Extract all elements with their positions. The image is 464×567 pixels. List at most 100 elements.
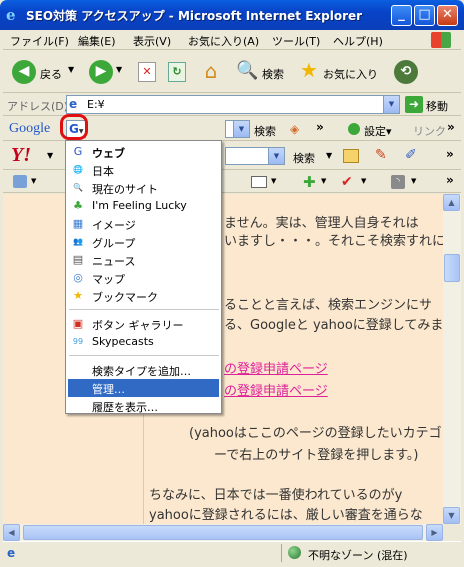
menu-item[interactable]: ♣ I'm Feeling Lucky [68, 197, 219, 215]
menu-favorites[interactable]: お気に入り(A) [188, 33, 259, 49]
menu-item[interactable]: 🌐 日本 [68, 161, 219, 179]
menu-item[interactable]: ★ ブックマーク [68, 287, 219, 305]
close-button[interactable]: ✕ [437, 5, 458, 26]
globe-icon [288, 546, 301, 559]
menu-item-label: ブックマーク [92, 291, 158, 304]
yahoo-register-link[interactable]: の登録申請ページ [224, 380, 328, 399]
menu-item-label: 検索タイプを追加… [92, 365, 191, 378]
menu-item[interactable]: ▤ ニュース [68, 251, 219, 269]
menu-separator [69, 355, 219, 356]
menu-item[interactable]: ▦ イメージ [68, 215, 219, 233]
pencil-icon[interactable]: ✐ [405, 147, 417, 163]
scroll-down-icon[interactable]: ▼ [443, 507, 460, 524]
menu-item-label: グループ [92, 237, 136, 250]
search-button[interactable]: 検索 [262, 66, 284, 82]
more-chevron-icon[interactable]: » [316, 120, 324, 134]
toolbar-menu-dropdown-icon[interactable]: ▼ [31, 177, 36, 185]
check-dropdown-icon[interactable]: ▼ [361, 177, 366, 185]
google-search-button[interactable]: 検索 [254, 123, 276, 139]
menu-item[interactable]: 履歴を表示… [68, 397, 219, 415]
menu-tools[interactable]: ツール(T) [272, 33, 320, 49]
window-icon[interactable] [251, 176, 267, 188]
horizontal-scrollbar[interactable]: ◀ ▶ [3, 524, 443, 541]
menu-item-label: 現在のサイト [92, 183, 158, 196]
yahoo-more-chevron-icon[interactable]: » [446, 147, 454, 161]
menu-item-label: イメージ [92, 219, 136, 232]
menu-item-label: I'm Feeling Lucky [92, 199, 187, 212]
highlight-icon[interactable]: ✎ [375, 147, 387, 163]
forward-dropdown-icon[interactable]: ▼ [116, 65, 122, 74]
ie-icon: e [6, 6, 16, 24]
maximize-button[interactable]: □ [414, 5, 435, 26]
title-bar[interactable]: e SEO対策 アクセスアップ - Microsoft Internet Exp… [0, 0, 464, 30]
news-icon[interactable]: ◈ [290, 122, 308, 136]
yahoo-search-dropdown-icon[interactable]: ▼ [268, 148, 284, 164]
menu-view[interactable]: 表示(V) [133, 33, 171, 49]
lucky-icon: ♣ [73, 199, 83, 212]
yahoo-search-button[interactable]: 検索 [293, 150, 315, 166]
news-icon: ▤ [72, 253, 84, 266]
stop-icon[interactable]: ✕ [138, 62, 156, 82]
scroll-left-icon[interactable]: ◀ [3, 524, 20, 541]
google-search-input[interactable]: ▼ [225, 120, 250, 138]
toolbar-menu-icon[interactable] [13, 175, 27, 188]
menu-item[interactable]: 管理… [68, 379, 219, 397]
menu-item[interactable]: 検索タイプを追加… [68, 361, 219, 379]
rss-dropdown-icon[interactable]: ▼ [411, 177, 416, 185]
content-line: いますし・・・。それこそ検索すれに [224, 234, 443, 249]
go-arrow-icon[interactable]: ➜ [405, 96, 423, 113]
check-icon[interactable]: ✔ [341, 174, 353, 190]
google-register-link[interactable]: の登録申請ページ [224, 358, 328, 377]
go-button[interactable]: 移動 [426, 98, 448, 114]
history-icon[interactable]: ⟲ [394, 60, 418, 84]
menu-item-label: 日本 [92, 165, 114, 178]
home-icon[interactable]: ⌂ [199, 60, 223, 82]
menu-item[interactable]: 99 Skypecasts [68, 333, 219, 351]
link-chevron-icon[interactable]: » [447, 120, 455, 134]
rss-icon[interactable]: ◝ [391, 175, 405, 189]
scroll-right-icon[interactable]: ▶ [426, 524, 443, 541]
scroll-up-icon[interactable]: ▲ [443, 194, 460, 211]
extra-chevron-icon[interactable]: » [446, 173, 454, 187]
menu-item-label: 管理… [92, 383, 125, 396]
highlight-circle [60, 114, 88, 140]
yahoo-search-dropdown-icon[interactable]: ▼ [326, 151, 332, 160]
horizontal-scroll-thumb[interactable] [23, 525, 423, 540]
bookmark-icon[interactable] [343, 149, 359, 163]
content-line: ーで右上のサイト登録を押します。) [214, 448, 419, 463]
button-gallery-icon: ▣ [72, 317, 84, 330]
menu-item[interactable]: 🔍 現在のサイト [68, 179, 219, 197]
menu-item[interactable]: ▣ ボタン ギャラリー [68, 315, 219, 333]
settings-button[interactable]: 設定▾ [364, 123, 392, 139]
address-input[interactable]: e E:¥ ▼ [66, 95, 400, 114]
menu-item[interactable]: ◎ マップ [68, 269, 219, 287]
google-search-dropdown-icon[interactable]: ▼ [233, 121, 249, 137]
menu-help[interactable]: ヘルプ(H) [333, 33, 383, 49]
yahoo-dropdown-icon[interactable]: ▼ [47, 151, 53, 160]
plus-icon[interactable]: ✚ [303, 174, 316, 190]
back-icon[interactable]: ◀ [12, 60, 36, 84]
menu-edit[interactable]: 編集(E) [78, 33, 116, 49]
refresh-icon[interactable]: ↻ [168, 62, 186, 82]
window-dropdown-icon[interactable]: ▼ [271, 177, 276, 185]
forward-icon[interactable]: ▶ [89, 60, 113, 84]
yahoo-search-input[interactable]: ▼ [225, 147, 285, 165]
back-dropdown-icon[interactable]: ▼ [68, 65, 74, 74]
favorites-button[interactable]: お気に入り [323, 66, 378, 82]
status-bar: e 不明なゾーン (混在) [3, 541, 461, 564]
menu-file[interactable]: ファイル(F) [10, 33, 69, 49]
menu-item[interactable]: 👥 グループ [68, 233, 219, 251]
menu-item-label: 履歴を表示… [92, 401, 158, 414]
favorites-star-icon[interactable]: ★ [300, 59, 318, 81]
back-button[interactable]: 戻る [40, 66, 62, 82]
vertical-scrollbar[interactable]: ▲ ▼ [443, 194, 461, 524]
search-icon[interactable]: 🔍 [236, 60, 258, 82]
address-dropdown-icon[interactable]: ▼ [383, 96, 399, 113]
plus-dropdown-icon[interactable]: ▼ [321, 177, 326, 185]
vertical-scroll-thumb[interactable] [444, 254, 460, 282]
address-label: アドレス(D) [7, 100, 69, 113]
standard-toolbar: ◀ 戻る ▼ ▶ ▼ ✕ ↻ ⌂ 🔍 検索 ★ お気に入り ⟲ [3, 51, 461, 93]
link-button[interactable]: リンク [413, 123, 446, 139]
minimize-button[interactable]: _ [391, 5, 412, 26]
menu-item[interactable]: G ウェブ [68, 143, 219, 161]
